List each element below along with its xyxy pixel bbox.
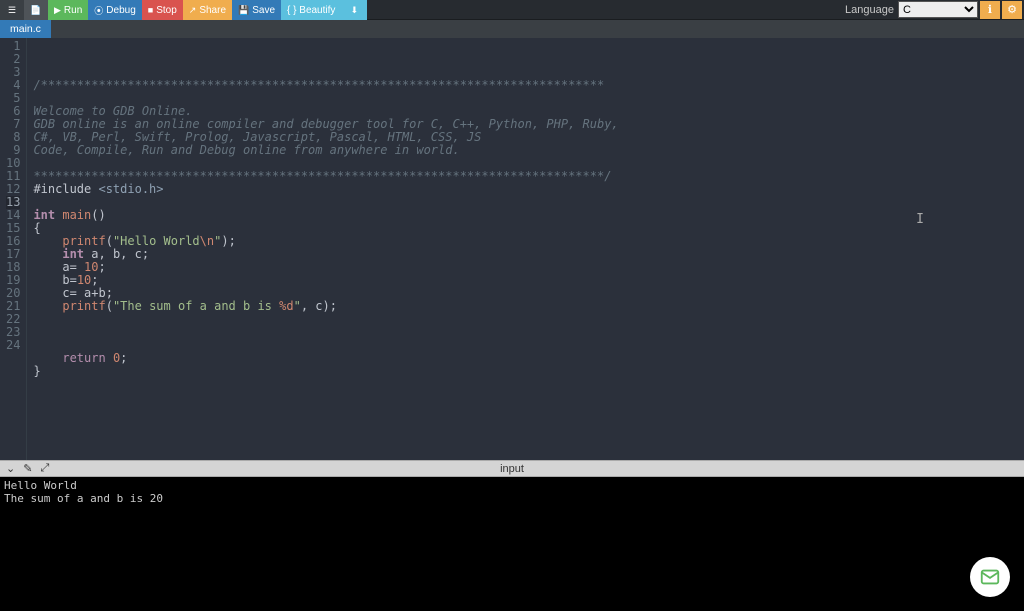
console-line: Hello World — [4, 479, 77, 492]
mail-icon — [979, 566, 1001, 588]
code-line: int main() — [33, 209, 1024, 222]
save-button[interactable]: 💾Save — [232, 0, 281, 20]
run-label: Run — [64, 5, 82, 16]
download-button[interactable]: ⬇ — [341, 0, 367, 20]
debug-button[interactable]: ⦿Debug — [88, 0, 141, 20]
code-line: printf("Hello World\n"); — [33, 235, 1024, 248]
language-label: Language — [845, 4, 894, 16]
beautify-button[interactable]: { } Beautify — [281, 0, 341, 20]
menu-button[interactable]: ☰ — [0, 0, 24, 20]
tab-label: main.c — [10, 23, 41, 35]
code-line — [33, 339, 1024, 352]
code-line: #include <stdio.h> — [33, 183, 1024, 196]
info-icon: ℹ — [988, 3, 992, 16]
console-controls: ⌄ ✎ ⤢ — [0, 462, 49, 475]
settings-button[interactable]: ⚙ — [1002, 1, 1022, 19]
new-file-button[interactable]: 📄 — [24, 0, 48, 20]
console-output[interactable]: Hello World The sum of a and b is 20 — [0, 477, 1024, 611]
share-icon: ↗ — [189, 5, 197, 16]
console-expand-button[interactable]: ⤢ — [40, 462, 49, 475]
code-line: int a, b, c; — [33, 248, 1024, 261]
stop-button[interactable]: ■Stop — [142, 0, 183, 20]
language-select[interactable]: C — [898, 1, 978, 18]
console-tab-input[interactable]: input — [500, 463, 524, 475]
code-line: return 0; — [33, 352, 1024, 365]
code-editor[interactable]: 123456789101112131415161718192021222324 … — [0, 38, 1024, 460]
line-number: 24 — [6, 339, 20, 352]
beautify-label: { } Beautify — [287, 5, 335, 16]
copy-icon: ✎ — [23, 463, 32, 475]
code-line — [33, 378, 1024, 391]
debug-icon: ⦿ — [94, 4, 103, 17]
save-icon: 💾 — [238, 5, 249, 16]
download-icon: ⬇ — [351, 5, 359, 16]
console-toolbar: ⌄ ✎ ⤢ input — [0, 460, 1024, 477]
run-button[interactable]: ▶Run — [48, 0, 88, 20]
code-line: ****************************************… — [33, 170, 1024, 183]
tab-main-c[interactable]: main.c — [0, 20, 51, 38]
info-button[interactable]: ℹ — [980, 1, 1000, 19]
code-line: /***************************************… — [33, 79, 1024, 92]
toolbar: ☰ 📄 ▶Run ⦿Debug ■Stop ↗Share 💾Save { } B… — [0, 0, 1024, 20]
stop-label: Stop — [156, 5, 177, 16]
console-line: The sum of a and b is 20 — [4, 492, 163, 505]
console-copy-button[interactable]: ✎ — [23, 462, 32, 475]
save-label: Save — [252, 5, 275, 16]
code-line: printf("The sum of a and b is %d", c); — [33, 300, 1024, 313]
code-line: Code, Compile, Run and Debug online from… — [33, 144, 1024, 157]
code-line — [33, 313, 1024, 326]
debug-label: Debug — [106, 5, 135, 16]
share-label: Share — [199, 5, 226, 16]
text-cursor-icon: I — [916, 213, 924, 226]
code-line — [33, 196, 1024, 209]
chevron-down-icon: ⌄ — [6, 463, 15, 475]
gear-icon: ⚙ — [1007, 3, 1017, 16]
chat-button[interactable] — [970, 557, 1010, 597]
menu-icon: ☰ — [8, 5, 16, 16]
stop-icon: ■ — [148, 5, 153, 15]
code-line: a= 10; — [33, 261, 1024, 274]
toolbar-right: Language C ℹ ⚙ — [845, 0, 1024, 19]
code-area[interactable]: I /*************************************… — [27, 38, 1024, 460]
console-collapse-button[interactable]: ⌄ — [6, 462, 15, 475]
tab-bar: main.c — [0, 20, 1024, 38]
expand-icon: ⤢ — [40, 462, 49, 474]
file-icon: 📄 — [30, 5, 41, 16]
gutter: 123456789101112131415161718192021222324 — [0, 38, 27, 460]
code-line: b=10; — [33, 274, 1024, 287]
share-button[interactable]: ↗Share — [183, 0, 232, 20]
code-line: } — [33, 365, 1024, 378]
toolbar-left: ☰ 📄 ▶Run ⦿Debug ■Stop ↗Share 💾Save { } B… — [0, 0, 367, 19]
code-line — [33, 326, 1024, 339]
play-icon: ▶ — [54, 5, 61, 16]
